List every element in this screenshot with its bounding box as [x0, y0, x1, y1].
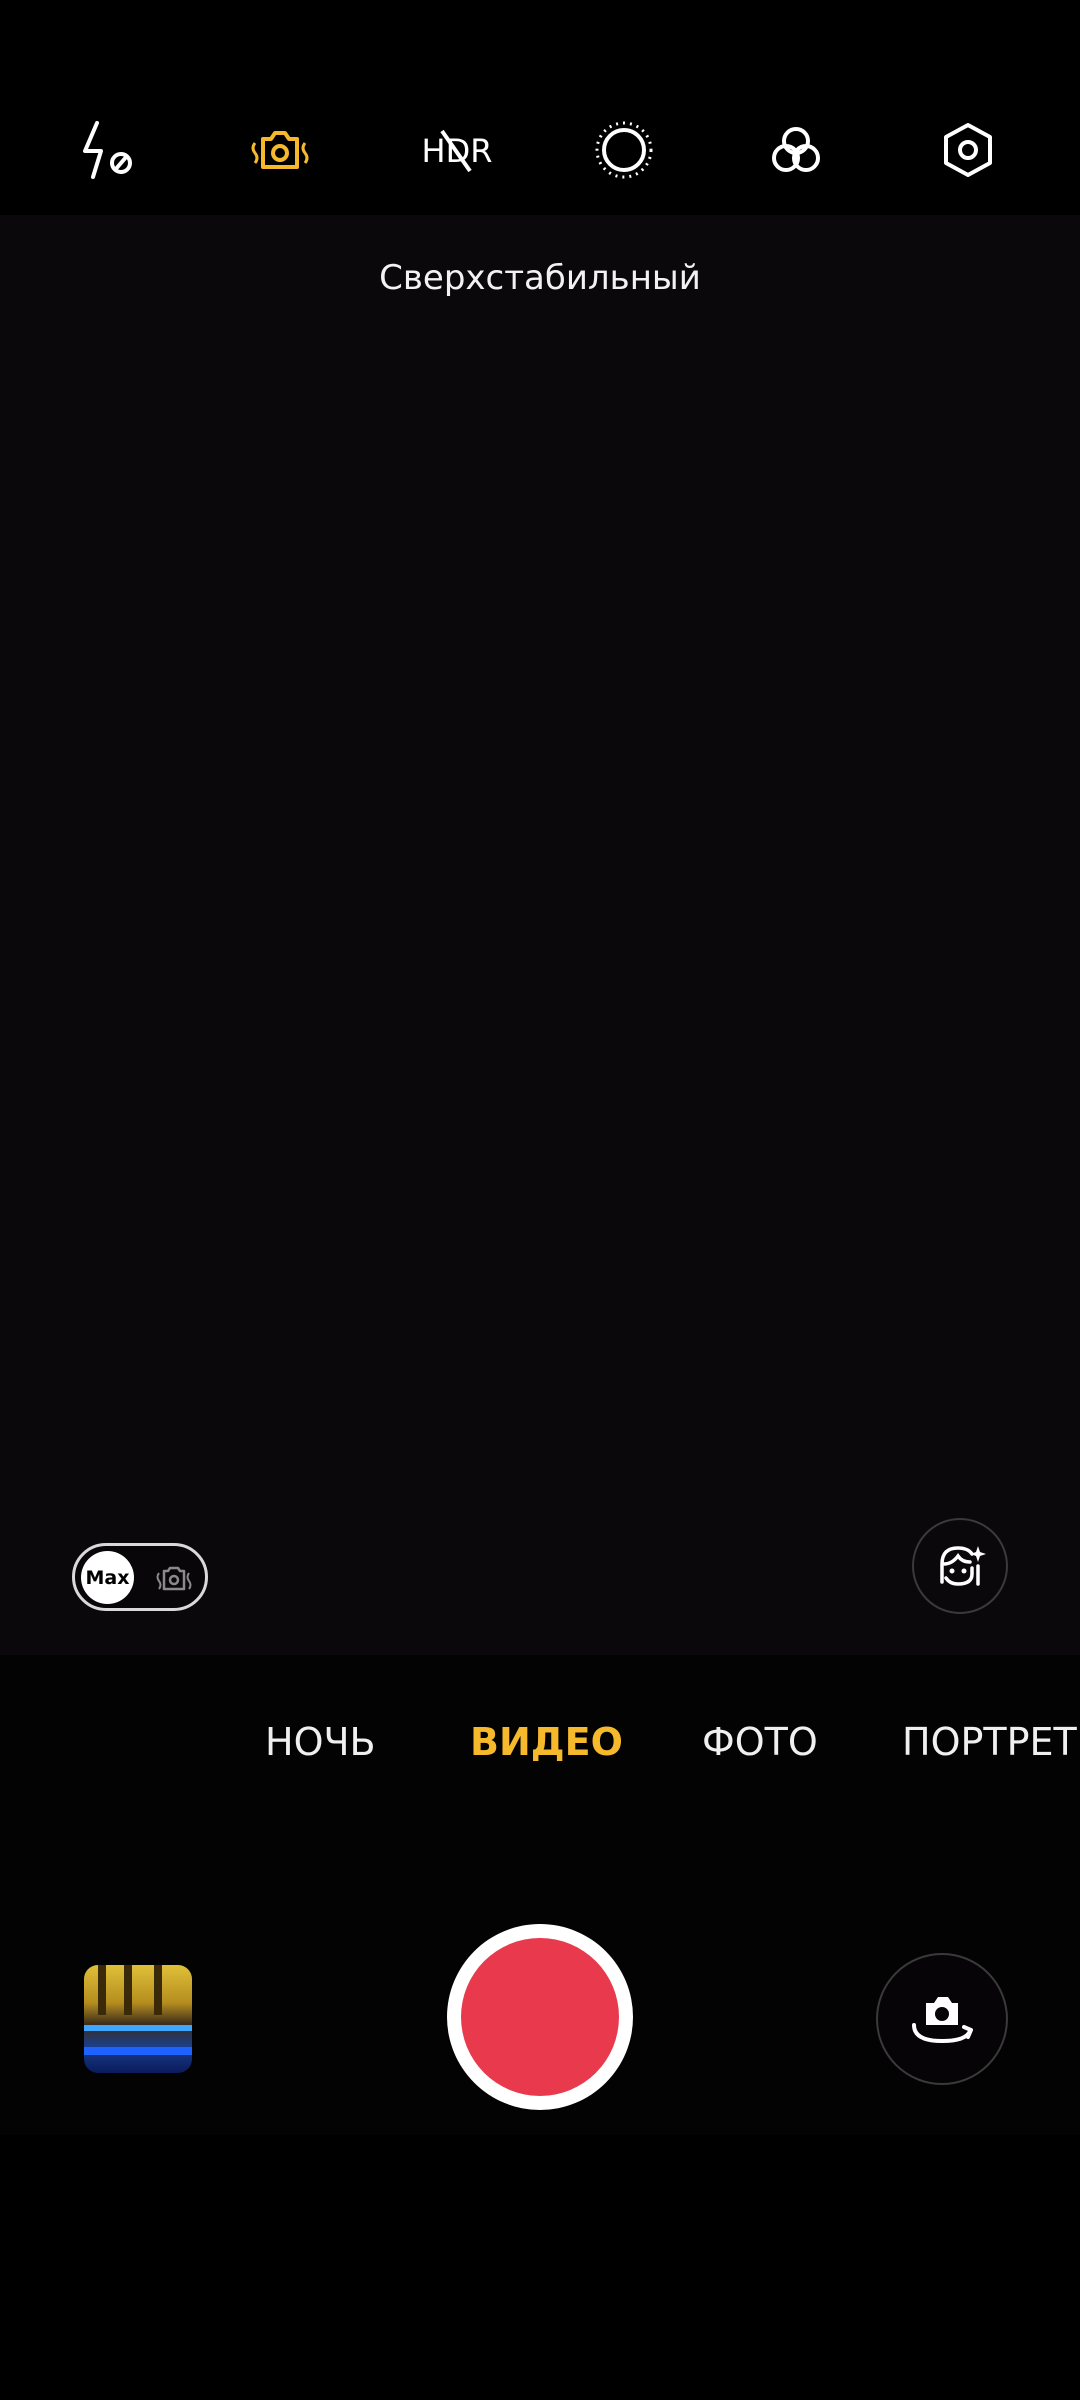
top-toolbar: HDR [0, 0, 1080, 215]
camera-screen: HDR Сверхстабильный Max [0, 0, 1080, 2400]
switch-camera-icon [912, 1997, 973, 2044]
mode-night[interactable]: НОЧЬ [265, 1720, 376, 1764]
mode-photo[interactable]: ФОТО [702, 1720, 818, 1764]
stabilization-camera-icon [156, 1566, 192, 1591]
settings-icon[interactable] [928, 110, 1008, 190]
record-button[interactable] [447, 1924, 633, 2110]
mode-selector: НОЧЬ ВИДЕО ФОТО ПОРТРЕТ [0, 1655, 1080, 1800]
filters-icon[interactable] [756, 110, 836, 190]
flash-off-icon[interactable] [66, 110, 146, 190]
record-button-inner [461, 1938, 619, 2096]
gallery-thumbnail[interactable] [84, 1965, 192, 2073]
camera-viewfinder[interactable] [0, 215, 1080, 1655]
max-stabilization-toggle[interactable]: Max [72, 1543, 208, 1611]
timer-icon[interactable] [584, 110, 664, 190]
beauty-button[interactable] [912, 1518, 1008, 1614]
max-toggle-knob: Max [81, 1551, 134, 1604]
beauty-face-icon [940, 1546, 986, 1586]
switch-camera-button[interactable] [876, 1953, 1008, 2085]
hdr-off-icon[interactable]: HDR [412, 110, 502, 190]
super-stabilization-icon[interactable] [240, 110, 320, 190]
mode-video[interactable]: ВИДЕО [470, 1720, 623, 1764]
mode-portrait[interactable]: ПОРТРЕТ [902, 1720, 1077, 1764]
stabilization-mode-label: Сверхстабильный [379, 258, 701, 298]
